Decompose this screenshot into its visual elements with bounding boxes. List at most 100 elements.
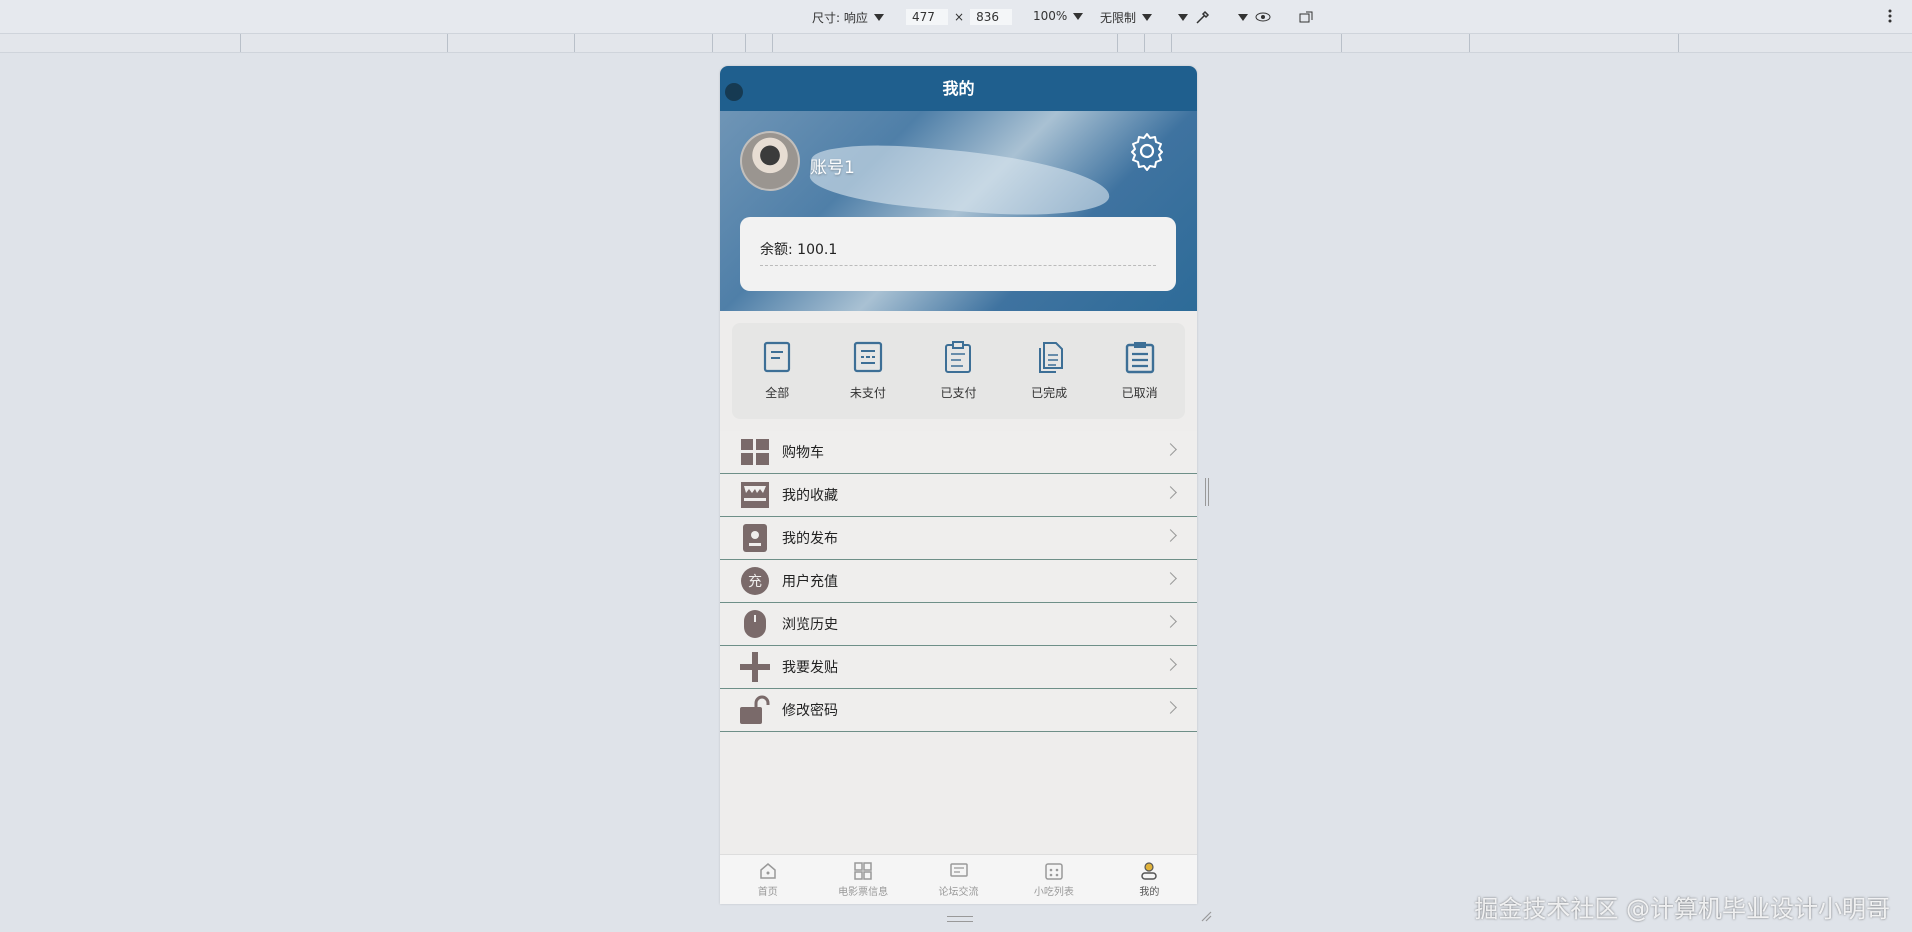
phone-viewport: 我的 账号1 余额: 100.1 全部 未支付 已支付 已完成 已取消 购物车 … [720, 66, 1197, 904]
menu-label: 我的收藏 [782, 488, 838, 504]
rotate-icon [1299, 11, 1313, 23]
chevron-down-icon [1073, 12, 1084, 20]
eyedropper-icon[interactable] [1194, 9, 1212, 25]
menu-item-favorites[interactable]: 我的收藏 [720, 474, 1197, 517]
apps-icon [854, 862, 872, 880]
kebab-icon [1888, 9, 1892, 23]
order-cancelled[interactable]: 已取消 [1105, 340, 1175, 401]
doc-icon [764, 341, 791, 373]
resize-corner-icon[interactable] [1200, 910, 1212, 922]
grid-icon [740, 437, 770, 467]
order-all[interactable]: 全部 [742, 340, 812, 401]
menu-item-cart[interactable]: 购物车 [720, 431, 1197, 474]
profile-header: 账号1 余额: 100.1 [720, 111, 1197, 311]
tab-forum[interactable]: 论坛交流 [911, 855, 1006, 904]
dimension-mode-select[interactable]: 尺寸: 响应 [812, 9, 884, 26]
order-completed[interactable]: 已完成 [1014, 340, 1084, 401]
balance-value: 100.1 [797, 242, 838, 258]
rotate-button[interactable] [1298, 9, 1316, 25]
chevron-right-icon [1164, 529, 1177, 542]
menu-item-publish[interactable]: 我的发布 [720, 517, 1197, 560]
avatar[interactable] [740, 131, 800, 191]
tab-home[interactable]: 首页 [720, 855, 815, 904]
chevron-down-icon [1238, 13, 1248, 21]
bottom-tab-bar: 首页 电影票信息 论坛交流 小吃列表 我的 [720, 854, 1197, 904]
kebab-menu-button[interactable] [1888, 9, 1892, 23]
order-paid[interactable]: 已支付 [923, 340, 993, 401]
tab-movie-tickets[interactable]: 电影票信息 [815, 855, 910, 904]
tab-snacks[interactable]: 小吃列表 [1006, 855, 1101, 904]
clipboard-list-icon [1125, 342, 1154, 374]
tab-mine[interactable]: 我的 [1102, 855, 1197, 904]
devtools-toolbar: 尺寸: 响应 477 × 836 100% 无限制 [0, 0, 1912, 33]
store-icon [740, 480, 770, 510]
unlock-icon [740, 695, 770, 725]
height-input[interactable]: 836 [970, 9, 1013, 25]
chevron-right-icon [1164, 615, 1177, 628]
more-options-select[interactable] [1178, 9, 1212, 25]
order-unpaid[interactable]: 未支付 [833, 340, 903, 401]
tab-label: 小吃列表 [1033, 887, 1074, 898]
user-icon [1141, 862, 1158, 880]
charge-glyph: 充 [748, 574, 762, 590]
chevron-down-icon [873, 14, 884, 21]
menu-label: 购物车 [782, 445, 824, 461]
times-label: × [954, 10, 965, 24]
throttle-label: 无限制 [1100, 11, 1137, 25]
menu-item-history[interactable]: 浏览历史 [720, 603, 1197, 646]
eye-icon[interactable] [1254, 9, 1272, 25]
chevron-right-icon [1164, 701, 1177, 714]
tab-label: 论坛交流 [938, 887, 979, 898]
bottom-resize-grip[interactable] [947, 916, 973, 922]
chevron-right-icon [1164, 572, 1177, 585]
mouse-icon [740, 609, 770, 639]
publish-icon [740, 523, 770, 553]
order-label: 已取消 [1121, 386, 1158, 400]
chevron-down-icon [1178, 13, 1188, 21]
back-dot-icon[interactable] [725, 83, 743, 101]
files-icon [1039, 342, 1064, 373]
menu-list: 购物车 我的收藏 我的发布 充 用户充值 浏览历史 我要发贴 修改密码 [720, 431, 1197, 732]
gear-icon[interactable] [1127, 131, 1167, 171]
order-shortcuts: 全部 未支付 已支付 已完成 已取消 [732, 323, 1185, 419]
tab-label: 首页 [757, 887, 778, 898]
chevron-right-icon [1164, 658, 1177, 671]
tab-label: 我的 [1139, 887, 1160, 898]
order-label: 已完成 [1031, 386, 1068, 400]
menu-item-recharge[interactable]: 充 用户充值 [720, 560, 1197, 603]
balance-card: 余额: 100.1 [740, 217, 1176, 291]
menu-item-new-post[interactable]: 我要发贴 [720, 646, 1197, 689]
balance-label: 余额: [760, 242, 793, 258]
chevron-right-icon [1164, 486, 1177, 499]
charge-icon: 充 [740, 566, 770, 596]
menu-label: 用户充值 [782, 574, 838, 590]
list-icon [853, 341, 882, 373]
nav-bar: 我的 [720, 66, 1197, 111]
width-input[interactable]: 477 [906, 9, 948, 25]
account-name: 账号1 [810, 158, 855, 178]
dimension-inputs: 477 × 836 [906, 9, 1013, 25]
order-label: 未支付 [849, 386, 886, 400]
menu-item-change-password[interactable]: 修改密码 [720, 689, 1197, 732]
media-query-ruler [0, 33, 1912, 53]
watermark-text: 掘金技术社区 @计算机毕业设计小明哥 [1474, 895, 1890, 923]
menu-label: 浏览历史 [782, 617, 838, 633]
chevron-right-icon [1164, 443, 1177, 456]
divider [760, 265, 1156, 266]
resize-handle[interactable] [1205, 478, 1209, 506]
order-label: 已支付 [940, 386, 977, 400]
clipboard-icon [945, 341, 972, 373]
dimension-mode-label: 尺寸: 响应 [812, 11, 868, 25]
calendar-icon [1045, 863, 1063, 880]
plus-icon [740, 652, 770, 682]
zoom-select[interactable]: 100% [1033, 9, 1084, 23]
throttle-select[interactable]: 无限制 [1100, 9, 1153, 26]
page-title: 我的 [942, 79, 975, 98]
menu-label: 我要发贴 [782, 660, 838, 676]
chevron-down-icon [1142, 14, 1153, 21]
vision-select[interactable] [1238, 9, 1272, 25]
zoom-label: 100% [1033, 9, 1068, 23]
tab-label: 电影票信息 [838, 887, 889, 898]
order-label: 全部 [765, 386, 790, 400]
message-icon [949, 863, 968, 877]
